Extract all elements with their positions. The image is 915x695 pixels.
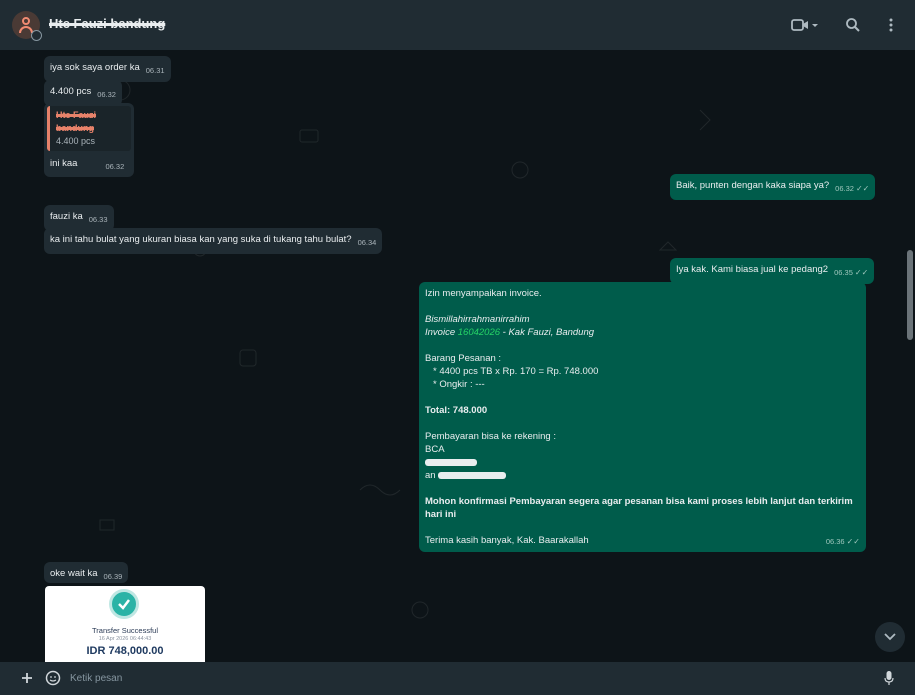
chat-header: Hte Fauzi bandung bbox=[0, 0, 915, 50]
payment-header: Pembayaran bisa ke rekening : bbox=[425, 431, 556, 442]
invoice-number: 16042026 bbox=[457, 327, 501, 338]
message-text: ini kaa bbox=[50, 158, 78, 169]
account-number-redacted bbox=[425, 456, 860, 469]
message-bubble-outgoing[interactable]: Iya kak. Kami biasa jual ke pedang2 06.35… bbox=[670, 258, 875, 284]
invoice-item: * 4400 pcs TB x Rp. 170 = Rp. 748.000 bbox=[433, 366, 599, 377]
read-ticks-icon: ✓✓ bbox=[855, 184, 870, 193]
message-bubble-incoming[interactable]: ka ini tahu bulat yang ukuran biasa kan … bbox=[44, 228, 383, 254]
microphone-icon[interactable] bbox=[880, 669, 898, 687]
message-time: 06.31 bbox=[145, 66, 165, 75]
message-time: 06.32 bbox=[97, 90, 116, 99]
message-text: oke wait ka bbox=[50, 568, 98, 579]
account-holder: an bbox=[425, 469, 860, 482]
scrollbar-thumb[interactable] bbox=[907, 250, 913, 340]
invoice-title: Invoice 16042026 - Kak Fauzi, Bandung bbox=[425, 326, 860, 339]
message-time: 06.32 bbox=[105, 162, 125, 171]
whatsapp-chat-window: Hte Fauzi bandung iya sok saya order ka … bbox=[0, 0, 915, 695]
video-call-icon[interactable] bbox=[789, 13, 821, 37]
menu-icon[interactable] bbox=[879, 13, 903, 37]
invoice-bismillah: Bismillahirrahmanirrahim bbox=[425, 314, 530, 325]
message-bubble-outgoing[interactable]: Baik, punten dengan kaka siapa ya? 06.32 ✓… bbox=[670, 174, 876, 200]
invoice-shipping: * Ongkir : --- bbox=[433, 379, 485, 390]
message-bubble-incoming[interactable]: Hte Fauzi bandung 4.400 pcs ini kaa 06.32 bbox=[44, 103, 134, 177]
transfer-receipt-image[interactable]: Transfer Successful 16 Apr 2026 06:44:43… bbox=[45, 586, 205, 662]
invoice-thanks: Terima kasih banyak, Kak. Baarakallah bbox=[425, 535, 589, 546]
message-bubble-incoming[interactable]: oke wait ka 06.39 bbox=[44, 562, 129, 583]
status-ring-icon bbox=[31, 30, 42, 41]
receipt-amount: IDR 748,000.00 bbox=[86, 645, 164, 657]
invoice-intro: Izin menyampaikan invoice. bbox=[425, 288, 542, 299]
message-time: 06.36 bbox=[825, 537, 845, 546]
receipt-title: Transfer Successful bbox=[92, 626, 158, 635]
account-holder-prefix: an bbox=[425, 470, 436, 481]
receipt-date: 16 Apr 2026 06:44:43 bbox=[98, 636, 152, 642]
invoice-total: Total: 748.000 bbox=[425, 405, 488, 416]
message-text: fauzi ka bbox=[50, 211, 83, 222]
message-list[interactable]: iya sok saya order ka 06.31 4.400 pcs 06.3… bbox=[0, 50, 915, 662]
redaction-bar bbox=[425, 458, 477, 466]
attach-plus-icon[interactable] bbox=[18, 669, 36, 687]
message-text: Baik, punten dengan kaka siapa ya? bbox=[676, 180, 830, 191]
sticker-icon[interactable] bbox=[44, 669, 62, 687]
redaction-bar bbox=[438, 471, 507, 479]
quoted-message[interactable]: Hte Fauzi bandung 4.400 pcs bbox=[47, 106, 131, 151]
composer-bar: Ketik pesan bbox=[0, 662, 915, 695]
chevron-down-icon bbox=[884, 633, 896, 641]
read-ticks-icon: ✓✓ bbox=[846, 537, 860, 546]
message-bubble-incoming[interactable]: iya sok saya order ka 06.31 bbox=[44, 56, 171, 82]
invoice-prefix: Invoice bbox=[425, 327, 458, 338]
message-input[interactable]: Ketik pesan bbox=[66, 666, 866, 691]
message-time: 06.32 bbox=[835, 184, 854, 193]
quoted-sender: Hte Fauzi bandung bbox=[56, 110, 97, 133]
message-text: iya sok saya order ka bbox=[50, 62, 140, 73]
message-input-placeholder: Ketik pesan bbox=[70, 673, 123, 684]
bank-name: BCA bbox=[425, 444, 445, 455]
search-icon[interactable] bbox=[841, 13, 865, 37]
invoice-message-bubble[interactable]: Izin menyampaikan invoice. Bismillahirra… bbox=[419, 282, 866, 552]
message-time: 06.35 bbox=[834, 268, 853, 277]
contact-name[interactable]: Hte Fauzi bandung bbox=[49, 16, 165, 31]
invoice-confirmation: Mohon konfirmasi Pembayaran segera agar … bbox=[425, 496, 853, 520]
message-text: Iya kak. Kami biasa jual ke pedang2 bbox=[676, 264, 829, 275]
read-ticks-icon: ✓✓ bbox=[854, 268, 869, 277]
message-text: ka ini tahu bulat yang ukuran biasa kan … bbox=[50, 234, 352, 245]
scroll-to-bottom-button[interactable] bbox=[875, 622, 905, 652]
message-time: 06.33 bbox=[88, 215, 108, 224]
items-header: Barang Pesanan : bbox=[425, 353, 502, 364]
message-text: 4.400 pcs bbox=[50, 86, 92, 97]
message-time: 06.34 bbox=[357, 238, 377, 247]
message-time: 06.39 bbox=[103, 572, 123, 581]
quoted-text: 4.400 pcs bbox=[56, 136, 96, 146]
contact-avatar[interactable] bbox=[12, 11, 42, 41]
invoice-customer: - Kak Fauzi, Bandung bbox=[500, 327, 595, 338]
success-check-icon bbox=[109, 589, 139, 619]
avatar-head-shape bbox=[22, 17, 30, 25]
